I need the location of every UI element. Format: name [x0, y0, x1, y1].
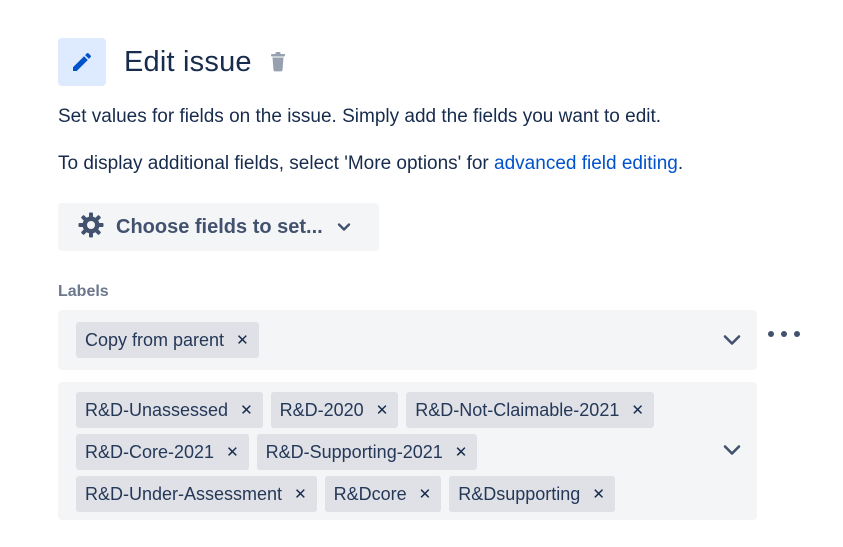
labels-mode-select[interactable]: Copy from parent ✕	[58, 310, 757, 370]
label-tag-text: R&D-Unassessed	[85, 399, 229, 420]
label-tag-text: R&D-Core-2021	[85, 441, 215, 462]
labels-values-select[interactable]: R&D-Unassessed ✕ R&D-2020 ✕ R&D-Not-Claimabl…	[58, 382, 757, 520]
remove-tag-icon[interactable]: ✕	[236, 331, 249, 349]
remove-tag-icon[interactable]: ✕	[419, 485, 432, 503]
chevron-down-icon	[337, 222, 351, 232]
label-tag: R&Dcore ✕	[324, 476, 442, 512]
hint-suffix: .	[677, 153, 684, 174]
label-tag-text: R&D-Supporting-2021	[265, 441, 443, 462]
remove-tag-icon[interactable]: ✕	[376, 401, 389, 419]
panel-header: Edit issue	[58, 38, 286, 86]
label-tag: R&D-Supporting-2021 ✕	[256, 434, 478, 470]
choose-fields-label: Choose fields to set...	[116, 215, 323, 238]
chevron-down-icon[interactable]	[721, 439, 743, 461]
pencil-icon	[58, 38, 106, 86]
advanced-field-editing-link[interactable]: advanced field editing	[494, 153, 678, 174]
remove-tag-icon[interactable]: ✕	[455, 443, 468, 461]
label-tag-text: R&D-Under-Assessment	[85, 483, 283, 504]
labels-values-tags: R&D-Unassessed ✕ R&D-2020 ✕ R&D-Not-Claimabl…	[76, 392, 696, 518]
labels-mode-tags: Copy from parent ✕	[76, 322, 696, 364]
label-tag-text: R&D-Not-Claimable-2021	[415, 399, 620, 420]
description-text: Set values for fields on the issue. Simp…	[58, 106, 662, 127]
advanced-editing-hint: To display additional fields, select 'Mo…	[58, 153, 683, 175]
remove-tag-icon[interactable]: ✕	[240, 401, 253, 419]
label-tag: Copy from parent ✕	[76, 322, 259, 358]
label-tag: R&D-Core-2021 ✕	[76, 434, 249, 470]
labels-field-heading: Labels	[58, 283, 109, 300]
label-tag-text: Copy from parent	[85, 329, 225, 350]
more-options-icon[interactable]	[768, 324, 800, 344]
remove-tag-icon[interactable]: ✕	[631, 401, 644, 419]
label-tag: R&Dsupporting ✕	[449, 476, 615, 512]
label-tag: R&D-2020 ✕	[270, 392, 399, 428]
remove-tag-icon[interactable]: ✕	[592, 485, 605, 503]
label-tag: R&D-Unassessed ✕	[76, 392, 263, 428]
hint-prefix: To display additional fields, select 'Mo…	[58, 153, 495, 174]
trash-icon[interactable]	[270, 52, 286, 72]
remove-tag-icon[interactable]: ✕	[226, 443, 239, 461]
chevron-down-icon[interactable]	[721, 329, 743, 351]
label-tag: R&D-Under-Assessment ✕	[76, 476, 317, 512]
page-title: Edit issue	[124, 45, 252, 78]
label-tag: R&D-Not-Claimable-2021 ✕	[406, 392, 654, 428]
label-tag-text: R&D-2020	[279, 399, 364, 420]
choose-fields-button[interactable]: Choose fields to set...	[58, 203, 379, 251]
gear-icon	[78, 212, 104, 243]
label-tag-text: R&Dcore	[333, 483, 407, 504]
label-tag-text: R&Dsupporting	[458, 483, 581, 504]
remove-tag-icon[interactable]: ✕	[294, 485, 307, 503]
edit-issue-panel: Edit issue Set values for fields on the …	[0, 0, 843, 547]
